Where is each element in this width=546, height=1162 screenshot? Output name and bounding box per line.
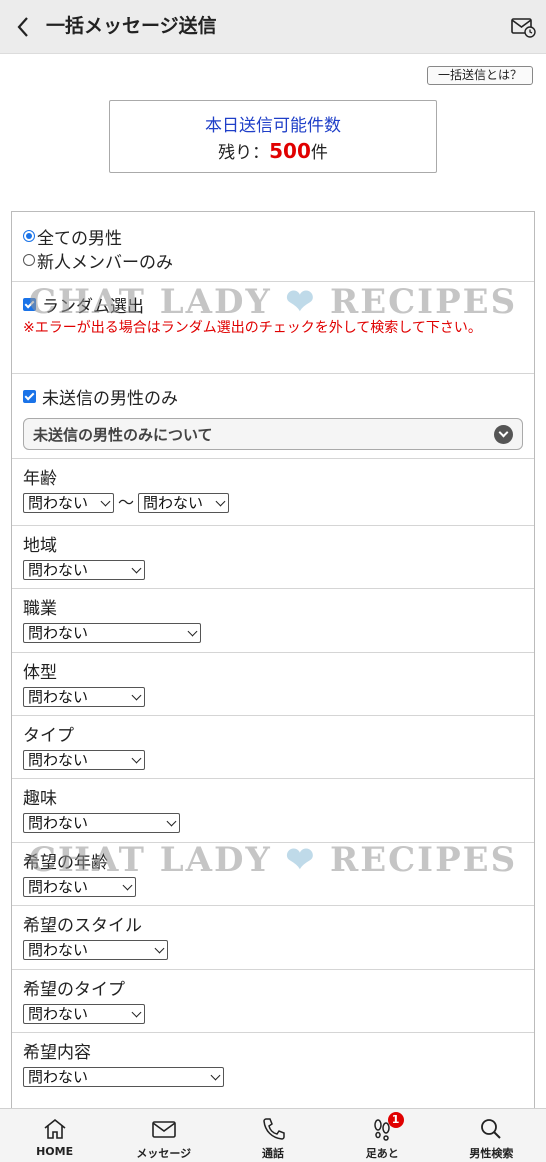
radio-all-men[interactable]: 全ての男性: [23, 224, 523, 249]
range-separator: 〜: [118, 493, 135, 512]
type-select[interactable]: 問わない: [23, 750, 145, 770]
pref-style-section: 希望のスタイル 問わない: [12, 906, 534, 970]
pref-type-label: 希望のタイプ: [23, 980, 125, 1000]
search-conditions-form: 全ての男性 新人メンバーのみ ランダム選出 ※エラーが出る場合はランダム選出のチ…: [11, 211, 535, 1111]
tab-message[interactable]: メッセージ: [109, 1109, 218, 1162]
type-label: タイプ: [23, 726, 74, 746]
mail-icon: [151, 1121, 176, 1138]
daily-quota-box: 本日送信可能件数 残り：500件: [109, 100, 437, 173]
age-section: 年齢 問わない〜問わない: [12, 459, 534, 526]
radio-button-selected[interactable]: [23, 230, 35, 242]
dropdown-label: 未送信の男性のみについて: [33, 425, 213, 444]
body-section: 体型 問わない: [12, 653, 534, 716]
tab-search-men[interactable]: 男性検索: [437, 1109, 546, 1162]
page-title: 一括メッセージ送信: [46, 15, 217, 37]
area-section: 地域 問わない: [12, 526, 534, 589]
radio-button[interactable]: [23, 254, 35, 266]
age-from-select[interactable]: 問わない: [23, 493, 114, 513]
quota-unit: 件: [310, 143, 328, 163]
hobby-select[interactable]: 問わない: [23, 813, 180, 833]
pref-content-label: 希望内容: [23, 1043, 91, 1063]
bottom-tab-bar: HOME メッセージ 通話 1 足あと 男性検索: [0, 1108, 546, 1162]
mail-history-icon[interactable]: [510, 15, 536, 39]
tab-home[interactable]: HOME: [0, 1109, 109, 1162]
tab-label: 通話: [262, 1147, 284, 1160]
radio-label: 新人メンバーのみ: [37, 252, 173, 273]
home-icon: [44, 1118, 66, 1139]
phone-icon: [263, 1118, 285, 1140]
tab-label: メッセージ: [136, 1147, 192, 1160]
body-type-label: 体型: [23, 663, 57, 683]
age-label: 年齢: [23, 469, 57, 489]
job-section: 職業 問わない: [12, 589, 534, 653]
type-section: タイプ 問わない: [12, 716, 534, 779]
quota-title: 本日送信可能件数: [205, 116, 341, 136]
hobby-section: 趣味 問わない: [12, 779, 534, 843]
chevron-down-icon: [494, 424, 513, 444]
tab-label: 足あと: [365, 1147, 399, 1160]
hobby-label: 趣味: [23, 789, 57, 809]
pref-type-select[interactable]: 問わない: [23, 1004, 145, 1024]
area-select[interactable]: 問わない: [23, 560, 145, 580]
pref-style-label: 希望のスタイル: [23, 916, 142, 936]
tab-label: 男性検索: [469, 1147, 514, 1160]
pref-type-section: 希望のタイプ 問わない: [12, 970, 534, 1033]
quota-remaining: 残り：500件: [110, 140, 436, 164]
header-bar: 一括メッセージ送信: [0, 0, 546, 54]
job-select[interactable]: 問わない: [23, 623, 201, 643]
checkbox-label: 未送信の男性のみ: [42, 388, 178, 409]
unsent-section: 未送信の男性のみ 未送信の男性のみについて: [12, 374, 534, 459]
tab-call[interactable]: 通話: [218, 1109, 327, 1162]
quota-count: 500: [269, 139, 311, 163]
checkbox-checked-icon[interactable]: [23, 389, 36, 403]
pref-content-select[interactable]: 問わない: [23, 1067, 224, 1087]
search-icon: [481, 1119, 502, 1139]
about-bulk-send-button[interactable]: 一括送信とは？: [426, 66, 533, 85]
checkbox-label: ランダム選出: [42, 296, 144, 317]
random-section: ランダム選出 ※エラーが出る場合はランダム選出のチェックを外して検索して下さい。: [12, 282, 534, 374]
back-chevron-icon[interactable]: [12, 13, 36, 41]
quota-prefix: 残り：: [218, 143, 270, 163]
radio-new-members[interactable]: 新人メンバーのみ: [23, 248, 523, 273]
unsent-only-checkbox[interactable]: 未送信の男性のみ: [23, 384, 523, 409]
random-select-checkbox[interactable]: ランダム選出: [23, 292, 523, 317]
age-to-select[interactable]: 問わない: [138, 493, 230, 513]
notification-badge: 1: [387, 1112, 404, 1128]
checkbox-checked-icon[interactable]: [23, 297, 36, 311]
target-section: 全ての男性 新人メンバーのみ: [12, 212, 534, 282]
tab-footprints[interactable]: 1 足あと: [328, 1109, 437, 1162]
job-label: 職業: [23, 599, 57, 619]
pref-age-section: 希望の年齢 問わない: [12, 843, 534, 906]
pref-content-section: 希望内容 問わない: [12, 1033, 534, 1111]
pref-style-select[interactable]: 問わない: [23, 940, 168, 960]
body-type-select[interactable]: 問わない: [23, 687, 145, 707]
error-notice: ※エラーが出る場合はランダム選出のチェックを外して検索して下さい。: [23, 320, 482, 336]
pref-age-select[interactable]: 問わない: [23, 877, 136, 897]
pref-age-label: 希望の年齢: [23, 853, 108, 873]
unsent-about-dropdown[interactable]: 未送信の男性のみについて: [23, 418, 523, 450]
tab-label: HOME: [36, 1145, 74, 1158]
radio-label: 全ての男性: [37, 228, 122, 249]
area-label: 地域: [23, 536, 57, 556]
